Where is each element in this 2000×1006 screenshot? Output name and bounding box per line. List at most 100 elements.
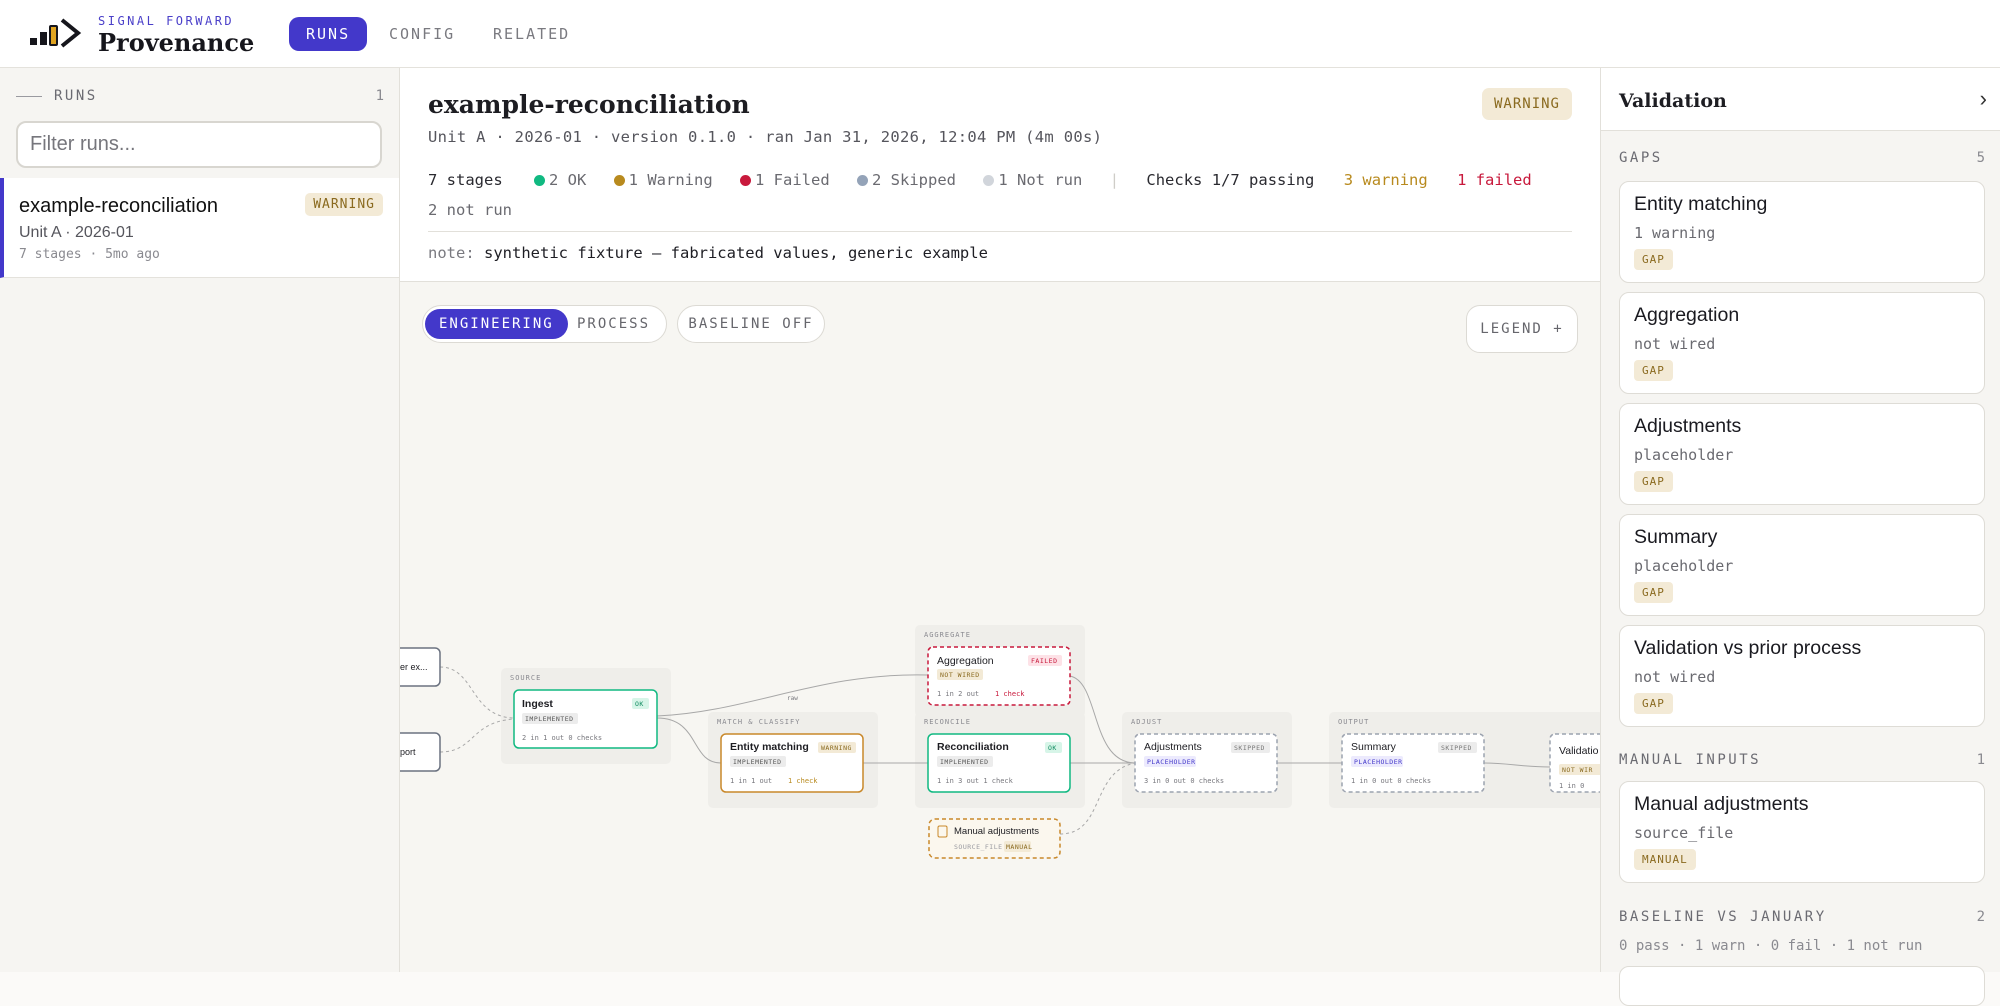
validation-title: Validation — [1619, 90, 1727, 112]
node-manual-tag: MANUAL — [1006, 843, 1032, 851]
tab-runs[interactable]: RUNS — [289, 17, 368, 51]
node-manual-title: Manual adjustments — [954, 826, 1039, 837]
node-adjustments-status: SKIPPED — [1234, 744, 1265, 752]
node-left-top[interactable]: er ex... — [400, 647, 441, 687]
manual-inputs-section-header: MANUAL INPUTS 1 — [1619, 752, 1985, 768]
node-left-bottom[interactable]: port — [400, 732, 441, 772]
group-label-output: OUTPUT — [1338, 718, 1369, 726]
view-process-button[interactable]: PROCESS — [563, 309, 664, 339]
baseline-toggle-button[interactable]: BASELINE OFF — [677, 305, 825, 343]
not-run-dot-icon — [983, 175, 995, 186]
gap-card-subtitle: placeholder — [1634, 446, 1734, 464]
node-reconciliation[interactable]: Reconciliation OK IMPLEMENTED 1 in 3 out… — [927, 733, 1071, 793]
stat-not-run: 1 Not run — [983, 171, 1082, 189]
view-engineering-button[interactable]: ENGINEERING — [425, 309, 568, 339]
gap-card[interactable]: Validation vs prior process not wired GA… — [1619, 625, 1985, 727]
validation-panel: Validation › GAPS 5 Entity matching 1 wa… — [1600, 68, 2000, 1006]
stat-warning-label: 1 Warning — [628, 171, 713, 189]
checks-failed: 1 failed — [1457, 171, 1532, 189]
node-summary[interactable]: Summary SKIPPED PLACEHOLDER 1 in 0 out 0… — [1341, 733, 1485, 793]
node-manual-adjustments[interactable]: Manual adjustments SOURCE_FILE MANUAL — [928, 818, 1061, 859]
baseline-summary: 0 pass · 1 warn · 0 fail · 1 not run — [1619, 938, 1923, 954]
runs-count: 1 — [375, 88, 384, 104]
gap-card-subtitle: 1 warning — [1634, 224, 1716, 242]
header-rule — [16, 95, 42, 97]
node-validation-impl: NOT WIR — [1562, 766, 1593, 774]
tab-config[interactable]: CONFIG — [372, 17, 472, 51]
node-ingest-meta: 2 in 1 out 0 checks — [522, 734, 602, 742]
gap-card-title: Entity matching — [1634, 193, 1768, 215]
node-reconciliation-impl: IMPLEMENTED — [940, 758, 989, 766]
stats-separator: | — [1109, 171, 1120, 189]
node-aggregation-impl: NOT WIRED — [940, 671, 980, 679]
stat-failed-label: 1 Failed — [755, 171, 830, 189]
node-entity-status: WARNING — [821, 744, 852, 752]
run-item-status-badge: WARNING — [305, 193, 383, 216]
stage-stats: 7 stages 2 OK 1 Warning 1 Failed 2 Skipp… — [428, 165, 1568, 225]
runs-heading: RUNS — [54, 88, 98, 104]
run-status-badge: WARNING — [1481, 88, 1572, 120]
pipeline-canvas[interactable]: SOURCE MATCH & CLASSIFY AGGREGATE RECONC… — [400, 282, 1600, 972]
gap-card-title: Aggregation — [1634, 304, 1740, 326]
node-summary-impl: PLACEHOLDER — [1354, 758, 1403, 766]
node-entity-matching[interactable]: Entity matching WARNING IMPLEMENTED 1 in… — [720, 733, 864, 793]
stat-ok-label: 2 OK — [549, 171, 587, 189]
gap-badge: GAP — [1634, 582, 1673, 603]
logo-icon — [30, 18, 82, 48]
baseline-heading: BASELINE VS JANUARY — [1619, 909, 1827, 925]
run-item-title: example-reconciliation — [19, 195, 218, 217]
baseline-card[interactable] — [1619, 966, 1985, 1006]
node-reconciliation-title: Reconciliation — [937, 741, 1009, 753]
node-aggregation-meta: 1 in 2 out — [937, 690, 979, 698]
filter-runs-input[interactable] — [16, 121, 382, 168]
node-ingest-title: Ingest — [522, 698, 553, 710]
validation-header: Validation › — [1601, 68, 2000, 131]
checks-warning: 3 warning — [1343, 171, 1428, 189]
group-label-source: SOURCE — [510, 674, 541, 682]
gap-card[interactable]: Entity matching 1 warning GAP — [1619, 181, 1985, 283]
node-left-bottom-title: port — [400, 747, 416, 757]
header-divider — [428, 231, 1572, 232]
node-ingest[interactable]: Ingest OK IMPLEMENTED 2 in 1 out 0 check… — [513, 689, 658, 749]
manual-inputs-count: 1 — [1976, 752, 1985, 768]
manual-input-card[interactable]: Manual adjustments source_file MANUAL — [1619, 781, 1985, 883]
node-manual-kind: SOURCE_FILE — [954, 843, 1003, 851]
stat-skipped: 2 Skipped — [857, 171, 956, 189]
gap-badge: GAP — [1634, 693, 1673, 714]
run-list-item[interactable]: example-reconciliation Unit A · 2026-01 … — [0, 178, 399, 278]
legend-button[interactable]: LEGEND + — [1466, 305, 1578, 353]
stat-skipped-label: 2 Skipped — [872, 171, 957, 189]
stat-not-run-label: 1 Not run — [998, 171, 1083, 189]
run-item-meta: 7 stages · 5mo ago — [19, 247, 160, 262]
group-label-match: MATCH & CLASSIFY — [717, 718, 800, 726]
checks-passing: Checks 1/7 passing — [1146, 171, 1315, 189]
node-summary-meta: 1 in 0 out 0 checks — [1351, 777, 1431, 785]
node-aggregation-checks: 1 check — [995, 690, 1025, 698]
manual-inputs-heading: MANUAL INPUTS — [1619, 752, 1762, 768]
gap-card-subtitle: not wired — [1634, 668, 1716, 686]
node-reconciliation-meta: 1 in 3 out 1 check — [937, 777, 1014, 785]
node-entity-title: Entity matching — [730, 741, 809, 753]
gap-badge: GAP — [1634, 471, 1673, 492]
node-adjustments[interactable]: Adjustments SKIPPED PLACEHOLDER 3 in 0 o… — [1134, 733, 1278, 793]
gap-card[interactable]: Aggregation not wired GAP — [1619, 292, 1985, 394]
tab-related[interactable]: RELATED — [476, 17, 587, 51]
baseline-count: 2 — [1976, 909, 1985, 925]
node-entity-impl: IMPLEMENTED — [733, 758, 782, 766]
brand-name: Provenance — [98, 28, 255, 57]
gap-card-subtitle: not wired — [1634, 335, 1716, 353]
gap-card[interactable]: Adjustments placeholder GAP — [1619, 403, 1985, 505]
node-left-top-title: er ex... — [400, 662, 428, 672]
baseline-section-header: BASELINE VS JANUARY 2 — [1619, 909, 1985, 925]
runs-sidebar: RUNS 1 example-reconciliation Unit A · 2… — [0, 68, 400, 972]
run-header: example-reconciliation WARNING Unit A · … — [400, 68, 1600, 282]
manual-badge: MANUAL — [1634, 849, 1696, 870]
pipeline-graph: SOURCE MATCH & CLASSIFY AGGREGATE RECONC… — [400, 625, 1600, 859]
runs-section-header: RUNS 1 — [16, 88, 384, 108]
node-ingest-status: OK — [635, 700, 644, 708]
chevron-right-icon[interactable]: › — [1980, 86, 1987, 112]
node-adjustments-meta: 3 in 0 out 0 checks — [1144, 777, 1224, 785]
gap-card[interactable]: Summary placeholder GAP — [1619, 514, 1985, 616]
node-validation[interactable]: Validatio NOT WIR 1 in 0 — [1549, 733, 1600, 793]
node-aggregation[interactable]: Aggregation FAILED NOT WIRED 1 in 2 out … — [927, 646, 1071, 706]
